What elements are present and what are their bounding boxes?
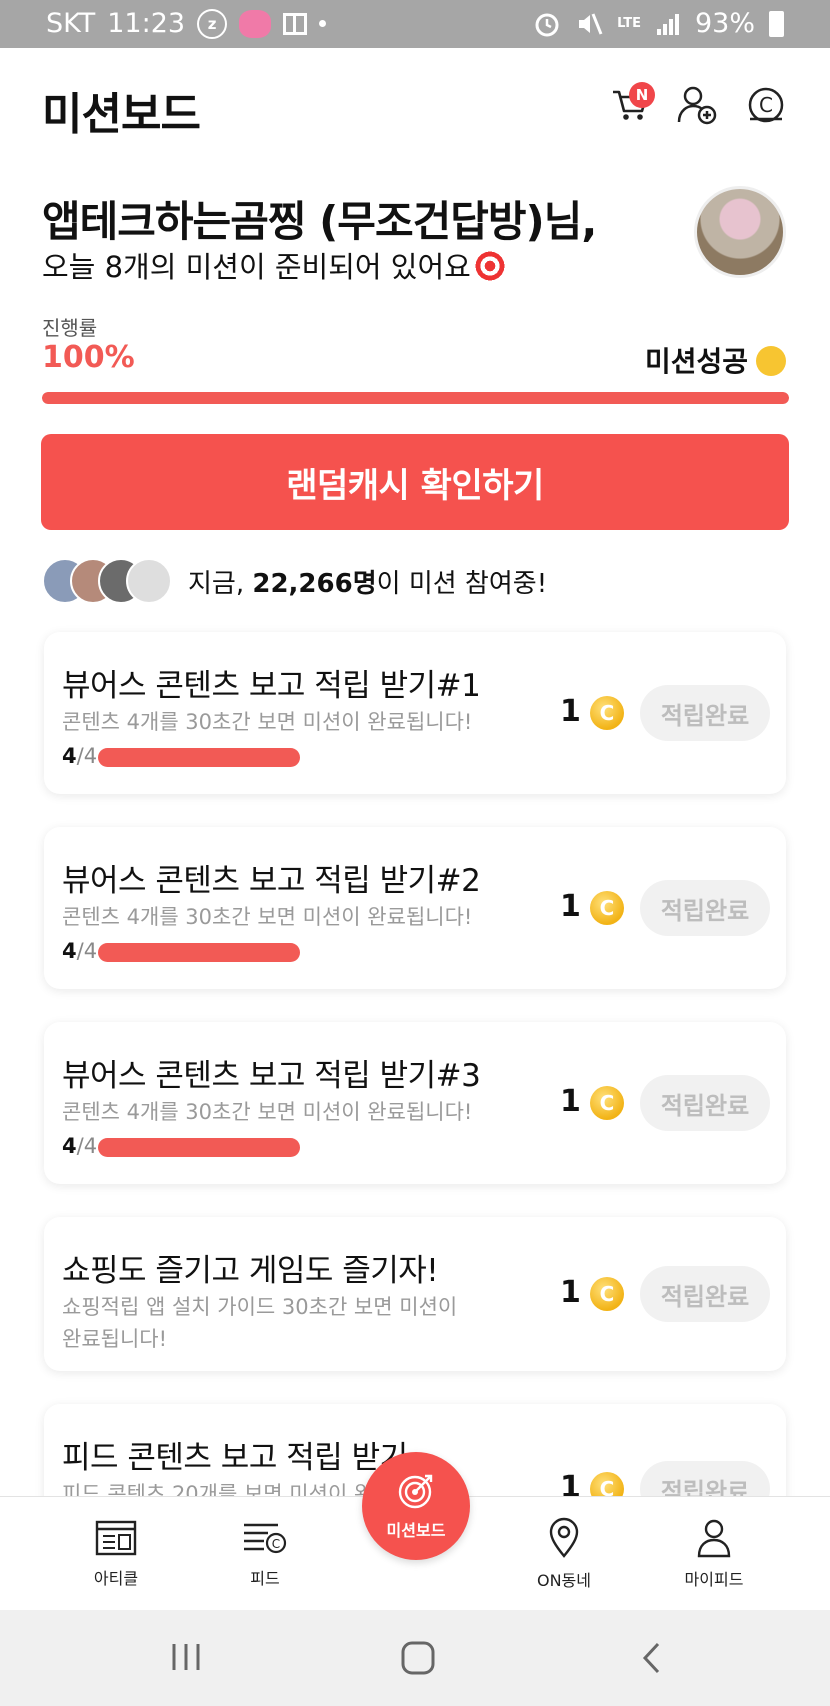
nav-on-neighborhood[interactable]: ON동네 bbox=[504, 1497, 624, 1611]
greeting-name: 앱테크하는곰찡 (무조건답방)님, bbox=[42, 197, 597, 246]
network-type: LTE bbox=[617, 15, 641, 31]
target-icon bbox=[398, 1474, 433, 1509]
gallery-icon bbox=[283, 12, 308, 35]
more-notifications-icon bbox=[319, 20, 327, 27]
greeting-sub-text: 오늘 8개의 미션이 준비되어 있어요 bbox=[42, 250, 471, 284]
recent-apps-icon[interactable] bbox=[168, 1640, 204, 1674]
mission-title: 뷰어스 콘텐츠 보고 적립 받기#3 bbox=[62, 1058, 481, 1094]
nav-label: 아티클 bbox=[93, 1569, 139, 1588]
mission-progress-count: 4/4 bbox=[62, 744, 98, 768]
progress-label: 진행률 bbox=[42, 316, 98, 340]
mission-success-status: 미션성공 bbox=[645, 340, 786, 380]
mission-description: 콘텐츠 4개를 30초간 보면 미션이 완료됩니다! bbox=[62, 1100, 473, 1124]
location-pin-icon bbox=[549, 1517, 579, 1558]
mission-progress-count: 4/4 bbox=[62, 939, 98, 963]
article-icon bbox=[95, 1520, 137, 1556]
mission-reward: 1 bbox=[560, 694, 581, 729]
claim-complete-button[interactable]: 적립완료 bbox=[640, 1266, 770, 1322]
participants-suffix: 이 미션 참여중! bbox=[376, 568, 548, 599]
random-cash-button[interactable]: 랜덤캐시 확인하기 bbox=[41, 434, 789, 530]
claim-complete-button[interactable]: 적립완료 bbox=[640, 1075, 770, 1131]
mission-reward: 1 bbox=[560, 889, 581, 924]
mission-reward: 1 bbox=[560, 1275, 581, 1310]
z-app-icon: z bbox=[197, 8, 228, 39]
participants-count: 22,266명 bbox=[252, 568, 377, 599]
mission-description: 쇼핑적립 앱 설치 가이드 30초간 보면 미션이 완료됩니다! bbox=[62, 1295, 458, 1351]
progress-bar bbox=[42, 392, 789, 404]
battery-percent: 93% bbox=[694, 8, 755, 39]
mission-title: 피드 콘텐츠 보고 적립 받기 bbox=[62, 1440, 408, 1476]
signal-icon bbox=[656, 13, 679, 35]
mission-progress-count: 4/4 bbox=[62, 1134, 98, 1158]
coin-glyph: C bbox=[759, 93, 773, 117]
nav-my-feed[interactable]: 마이피드 bbox=[654, 1497, 774, 1611]
mission-title: 뷰어스 콘텐츠 보고 적립 받기#2 bbox=[62, 863, 481, 899]
profile-avatar[interactable] bbox=[694, 186, 786, 278]
nav-label: ON동네 bbox=[536, 1571, 591, 1590]
person-icon bbox=[697, 1519, 731, 1558]
home-icon[interactable] bbox=[400, 1640, 436, 1676]
clock-text: 11:23 bbox=[107, 8, 186, 39]
progress-bar-fill bbox=[42, 392, 789, 404]
claim-complete-button[interactable]: 적립완료 bbox=[640, 880, 770, 936]
coin-history-icon[interactable]: C bbox=[745, 84, 787, 126]
claim-complete-button[interactable]: 적립완료 bbox=[640, 685, 770, 741]
mission-description: 콘텐츠 4개를 30초간 보면 미션이 완료됩니다! bbox=[62, 710, 473, 734]
mission-title: 쇼핑도 즐기고 게임도 즐기자! bbox=[62, 1253, 439, 1289]
nav-feed[interactable]: C 피드 bbox=[205, 1497, 325, 1611]
party-emoji-icon bbox=[756, 346, 786, 376]
coin-icon: C bbox=[590, 696, 624, 730]
mission-progress-bar bbox=[98, 748, 300, 767]
cart-badge: N bbox=[629, 82, 655, 108]
mission-card[interactable]: 쇼핑도 즐기고 게임도 즐기자! 쇼핑적립 앱 설치 가이드 30초간 보면 미… bbox=[44, 1217, 786, 1371]
participants-row: 지금, 22,266명이 미션 참여중! bbox=[42, 556, 547, 606]
pig-app-icon bbox=[239, 9, 272, 38]
nav-label: 미션보드 bbox=[386, 1521, 446, 1540]
back-icon[interactable] bbox=[638, 1640, 666, 1676]
mission-title: 뷰어스 콘텐츠 보고 적립 받기#1 bbox=[62, 668, 481, 704]
coin-icon: C bbox=[590, 891, 624, 925]
alarm-icon bbox=[535, 13, 559, 36]
greeting-subtitle: 오늘 8개의 미션이 준비되어 있어요 bbox=[42, 244, 507, 286]
feed-icon: C bbox=[244, 1523, 287, 1554]
coin-icon: C bbox=[590, 1086, 624, 1120]
mission-card[interactable]: 뷰어스 콘텐츠 보고 적립 받기#1 콘텐츠 4개를 30초간 보면 미션이 완… bbox=[44, 632, 786, 794]
mission-progress-bar bbox=[98, 943, 300, 962]
participants-text: 지금, 22,266명이 미션 참여중! bbox=[188, 563, 547, 600]
carrier-text: SKT bbox=[46, 8, 96, 39]
nav-article[interactable]: 아티클 bbox=[56, 1497, 176, 1611]
system-navigation-bar bbox=[0, 1610, 830, 1706]
participant-avatar bbox=[126, 558, 172, 604]
mission-progress-bar bbox=[98, 1138, 300, 1157]
page-title: 미션보드 bbox=[42, 89, 201, 140]
svg-text:C: C bbox=[272, 1537, 280, 1551]
mission-card[interactable]: 뷰어스 콘텐츠 보고 적립 받기#2 콘텐츠 4개를 30초간 보면 미션이 완… bbox=[44, 827, 786, 989]
coin-icon: C bbox=[590, 1277, 624, 1311]
add-friend-icon[interactable] bbox=[676, 84, 718, 126]
participants-prefix: 지금, bbox=[188, 568, 253, 599]
mission-reward: 1 bbox=[560, 1084, 581, 1119]
mission-card[interactable]: 뷰어스 콘텐츠 보고 적립 받기#3 콘텐츠 4개를 30초간 보면 미션이 완… bbox=[44, 1022, 786, 1184]
mute-icon bbox=[579, 12, 603, 35]
target-emoji-icon bbox=[472, 249, 507, 283]
nav-mission-board[interactable]: 미션보드 bbox=[362, 1452, 470, 1560]
nav-label: 마이피드 bbox=[684, 1570, 744, 1589]
progress-percent: 100% bbox=[42, 340, 135, 375]
status-bar: SKT 11:23 z LTE 93% bbox=[0, 0, 830, 48]
mission-success-text: 미션성공 bbox=[644, 345, 748, 378]
nav-label: 피드 bbox=[250, 1569, 280, 1588]
mission-description: 콘텐츠 4개를 30초간 보면 미션이 완료됩니다! bbox=[62, 905, 473, 929]
battery-icon bbox=[769, 10, 784, 37]
